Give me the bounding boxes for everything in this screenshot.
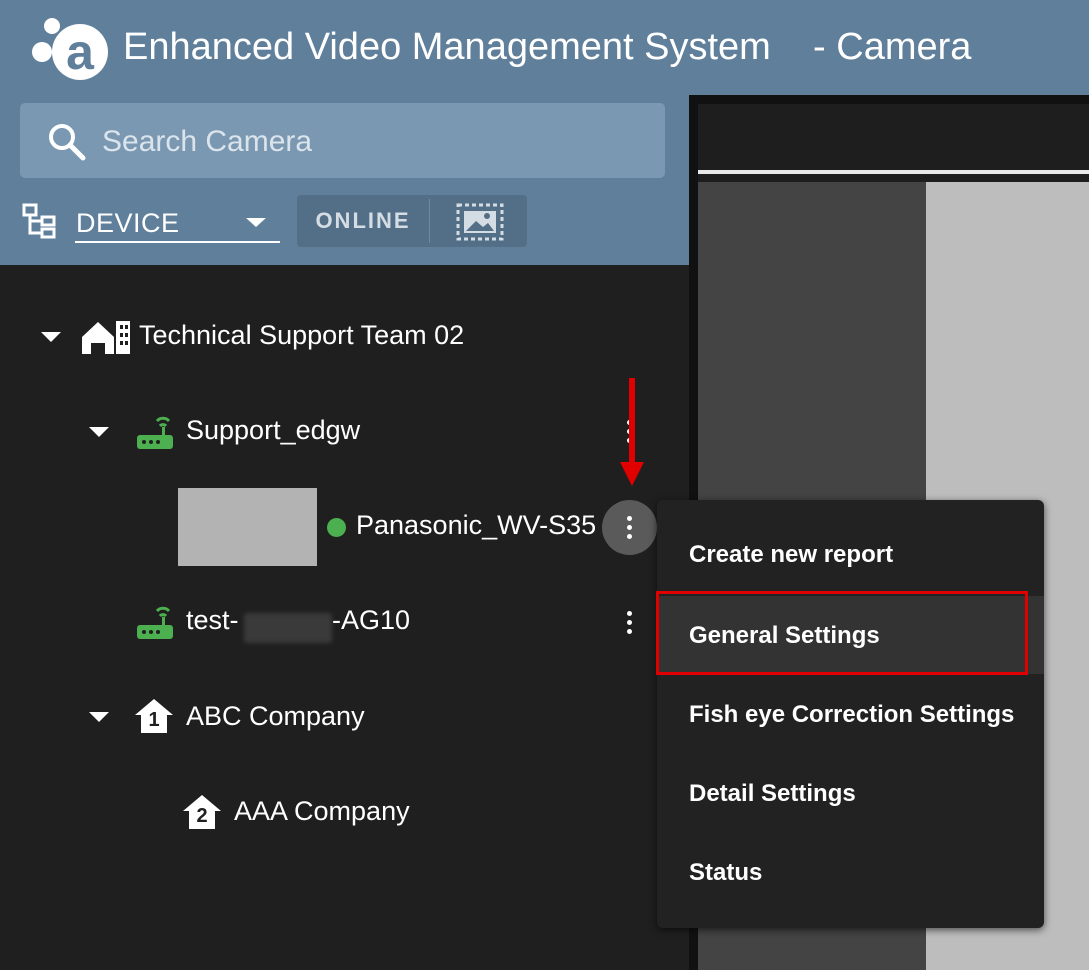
tree-camera-label[interactable]: Panasonic_WV-S35 [356, 510, 596, 541]
menu-item-general-settings[interactable]: General Settings [657, 596, 1044, 674]
camera-thumbnail[interactable] [178, 488, 317, 566]
tree-group-label[interactable]: Technical Support Team 02 [139, 320, 464, 351]
search-box[interactable] [20, 103, 665, 178]
menu-item-detail-settings[interactable]: Detail Settings [657, 754, 1044, 832]
view-mode-dropdown[interactable]: DEVICE [75, 201, 280, 243]
app-header: a Enhanced Video Management System - Cam… [0, 0, 1089, 95]
app-title: Enhanced Video Management System - Camer… [123, 26, 972, 68]
menu-item-label: Status [689, 859, 763, 886]
filter-toggle-group: ONLINE [297, 195, 527, 247]
annotation-arrow-head [620, 462, 644, 486]
tree-company-label[interactable]: AAA Company [234, 796, 410, 827]
left-panel-controls: DEVICE ONLINE [0, 95, 689, 265]
online-status-dot [327, 518, 346, 537]
video-divider [698, 170, 1089, 174]
router-icon [137, 416, 173, 449]
expand-arrow-icon[interactable] [89, 712, 109, 722]
tree-gateway2-prefix[interactable]: test- [186, 605, 239, 636]
app-logo: a [32, 18, 108, 80]
svg-text:a: a [66, 24, 95, 80]
more-options-icon [624, 514, 634, 542]
router-icon [137, 606, 173, 639]
menu-item-status[interactable]: Status [657, 833, 1044, 911]
camera-more-options-button[interactable] [602, 500, 657, 555]
search-input[interactable] [100, 113, 644, 170]
expand-arrow-icon[interactable] [41, 332, 61, 342]
device-tree: Technical Support Team 02 Support_edgw P… [0, 265, 689, 970]
tree-gateway-label[interactable]: Support_edgw [186, 415, 360, 446]
menu-item-fisheye-settings[interactable]: Fish eye Correction Settings [657, 675, 1044, 753]
search-icon [49, 124, 86, 161]
thumbnail-view-button[interactable] [430, 195, 527, 247]
menu-item-label: Fish eye Correction Settings [689, 701, 1015, 728]
menu-item-label: General Settings [689, 622, 880, 649]
hierarchy-icon [22, 203, 56, 239]
view-mode-value: DEVICE [76, 208, 180, 238]
tree-company-label[interactable]: ABC Company [186, 701, 365, 732]
annotation-arrow [629, 378, 635, 466]
menu-item-label: Create new report [689, 541, 894, 568]
more-options-icon[interactable] [624, 609, 634, 637]
menu-item-label: Detail Settings [689, 780, 856, 807]
company-1-badge: 1 [148, 709, 160, 731]
company-2-badge: 2 [196, 805, 208, 827]
menu-item-create-report[interactable]: Create new report [657, 516, 1044, 594]
building-group-icon [82, 321, 130, 354]
tree-gateway2-suffix[interactable]: -AG10 [332, 605, 410, 636]
context-menu: Create new report General Settings Fish … [657, 500, 1044, 928]
redacted-text [244, 613, 332, 643]
online-filter-button[interactable]: ONLINE [297, 195, 429, 247]
expand-arrow-icon[interactable] [89, 427, 109, 437]
chevron-down-icon [246, 218, 266, 227]
image-icon [456, 203, 504, 241]
